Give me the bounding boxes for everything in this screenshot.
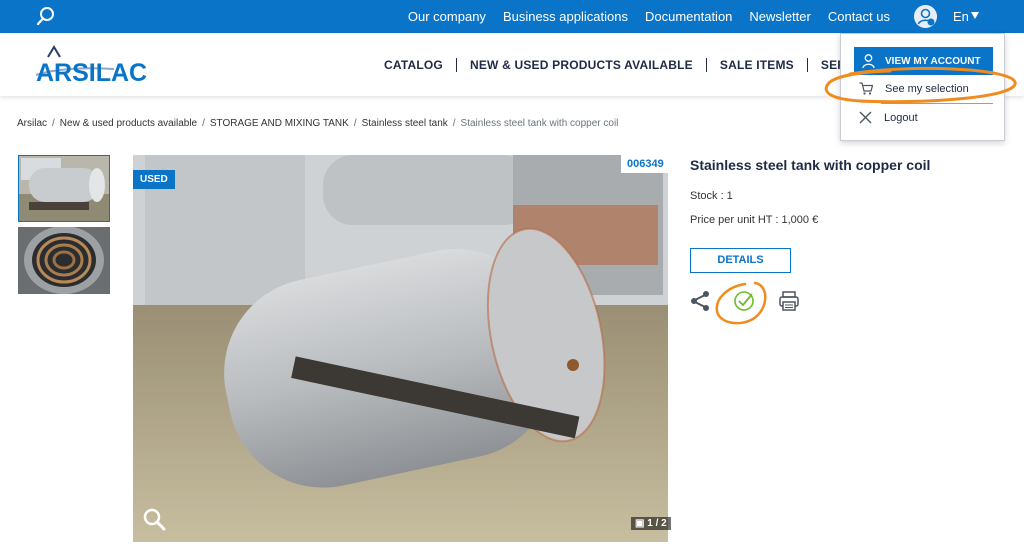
top-link-business-applications[interactable]: Business applications <box>503 9 628 24</box>
thumbnail-1[interactable] <box>18 155 110 222</box>
language-selector[interactable]: En <box>953 9 969 24</box>
zoom-icon[interactable] <box>142 507 166 531</box>
breadcrumb-separator: / <box>353 118 357 129</box>
top-link-newsletter[interactable]: Newsletter <box>749 9 810 24</box>
product-main-image[interactable] <box>133 155 668 542</box>
logout-label: Logout <box>884 111 918 124</box>
svg-text:ARSILAC: ARSILAC <box>36 59 147 87</box>
nav-new-used-products[interactable]: NEW & USED PRODUCTS AVAILABLE <box>470 58 693 72</box>
breadcrumb-storage-tank[interactable]: STORAGE AND MIXING TANK <box>210 118 349 129</box>
top-link-contact-us[interactable]: Contact us <box>828 9 890 24</box>
see-my-selection-item[interactable]: See my selection <box>859 82 969 95</box>
breadcrumb-current: Stainless steel tank with copper coil <box>460 118 619 129</box>
product-stock: Stock : 1 <box>690 190 733 202</box>
view-my-account-button[interactable]: VIEW MY ACCOUNT <box>854 47 993 75</box>
top-bar: Our company Business applications Docume… <box>0 0 1024 33</box>
cart-icon <box>859 82 873 95</box>
breadcrumb-new-used[interactable]: New & used products available <box>60 118 197 129</box>
dropdown-divider <box>881 103 993 104</box>
user-icon[interactable] <box>914 5 937 28</box>
image-counter-text: 1 / 2 <box>647 518 667 529</box>
breadcrumb-separator: / <box>202 118 205 129</box>
nav-separator <box>806 58 808 72</box>
main-navigation: CATALOG NEW & USED PRODUCTS AVAILABLE SA… <box>384 58 883 72</box>
search-icon[interactable] <box>36 6 56 26</box>
account-dropdown: VIEW MY ACCOUNT See my selection Logout <box>840 33 1005 141</box>
person-icon <box>862 53 875 68</box>
breadcrumb: Arsilac / New & used products available … <box>17 118 618 129</box>
camera-icon: ▣ <box>635 518 648 529</box>
used-badge: USED <box>133 170 175 189</box>
top-navigation: Our company Business applications Docume… <box>408 0 890 33</box>
breadcrumb-separator: / <box>452 118 456 129</box>
tank-thumbnail-image <box>19 156 109 221</box>
see-my-selection-label: See my selection <box>885 82 969 95</box>
top-link-our-company[interactable]: Our company <box>408 9 486 24</box>
caret-down-icon[interactable] <box>971 12 979 19</box>
share-icon[interactable] <box>689 290 711 312</box>
nav-separator <box>705 58 707 72</box>
close-icon <box>859 111 872 124</box>
view-my-account-label: VIEW MY ACCOUNT <box>885 55 981 67</box>
nav-sale-items[interactable]: SALE ITEMS <box>720 58 794 72</box>
image-counter: ▣ 1 / 2 <box>631 517 671 530</box>
check-icon[interactable] <box>733 290 755 312</box>
product-title: Stainless steel tank with copper coil <box>690 157 931 173</box>
product-price: Price per unit HT : 1,000 € <box>690 214 819 226</box>
breadcrumb-separator: / <box>52 118 55 129</box>
nav-separator <box>455 58 457 72</box>
breadcrumb-home[interactable]: Arsilac <box>17 118 47 129</box>
details-button[interactable]: DETAILS <box>690 248 791 273</box>
top-link-documentation[interactable]: Documentation <box>645 9 732 24</box>
print-icon[interactable] <box>778 290 800 312</box>
breadcrumb-stainless-tank[interactable]: Stainless steel tank <box>362 118 448 129</box>
logout-item[interactable]: Logout <box>859 111 918 124</box>
coil-thumbnail-image <box>18 227 110 294</box>
reference-badge: 006349 <box>621 155 670 173</box>
nav-catalog[interactable]: CATALOG <box>384 58 443 72</box>
stainless-tank-photo <box>133 155 668 542</box>
thumbnail-2[interactable] <box>18 227 110 294</box>
arsilac-logo[interactable]: ARSILAC <box>34 45 152 89</box>
